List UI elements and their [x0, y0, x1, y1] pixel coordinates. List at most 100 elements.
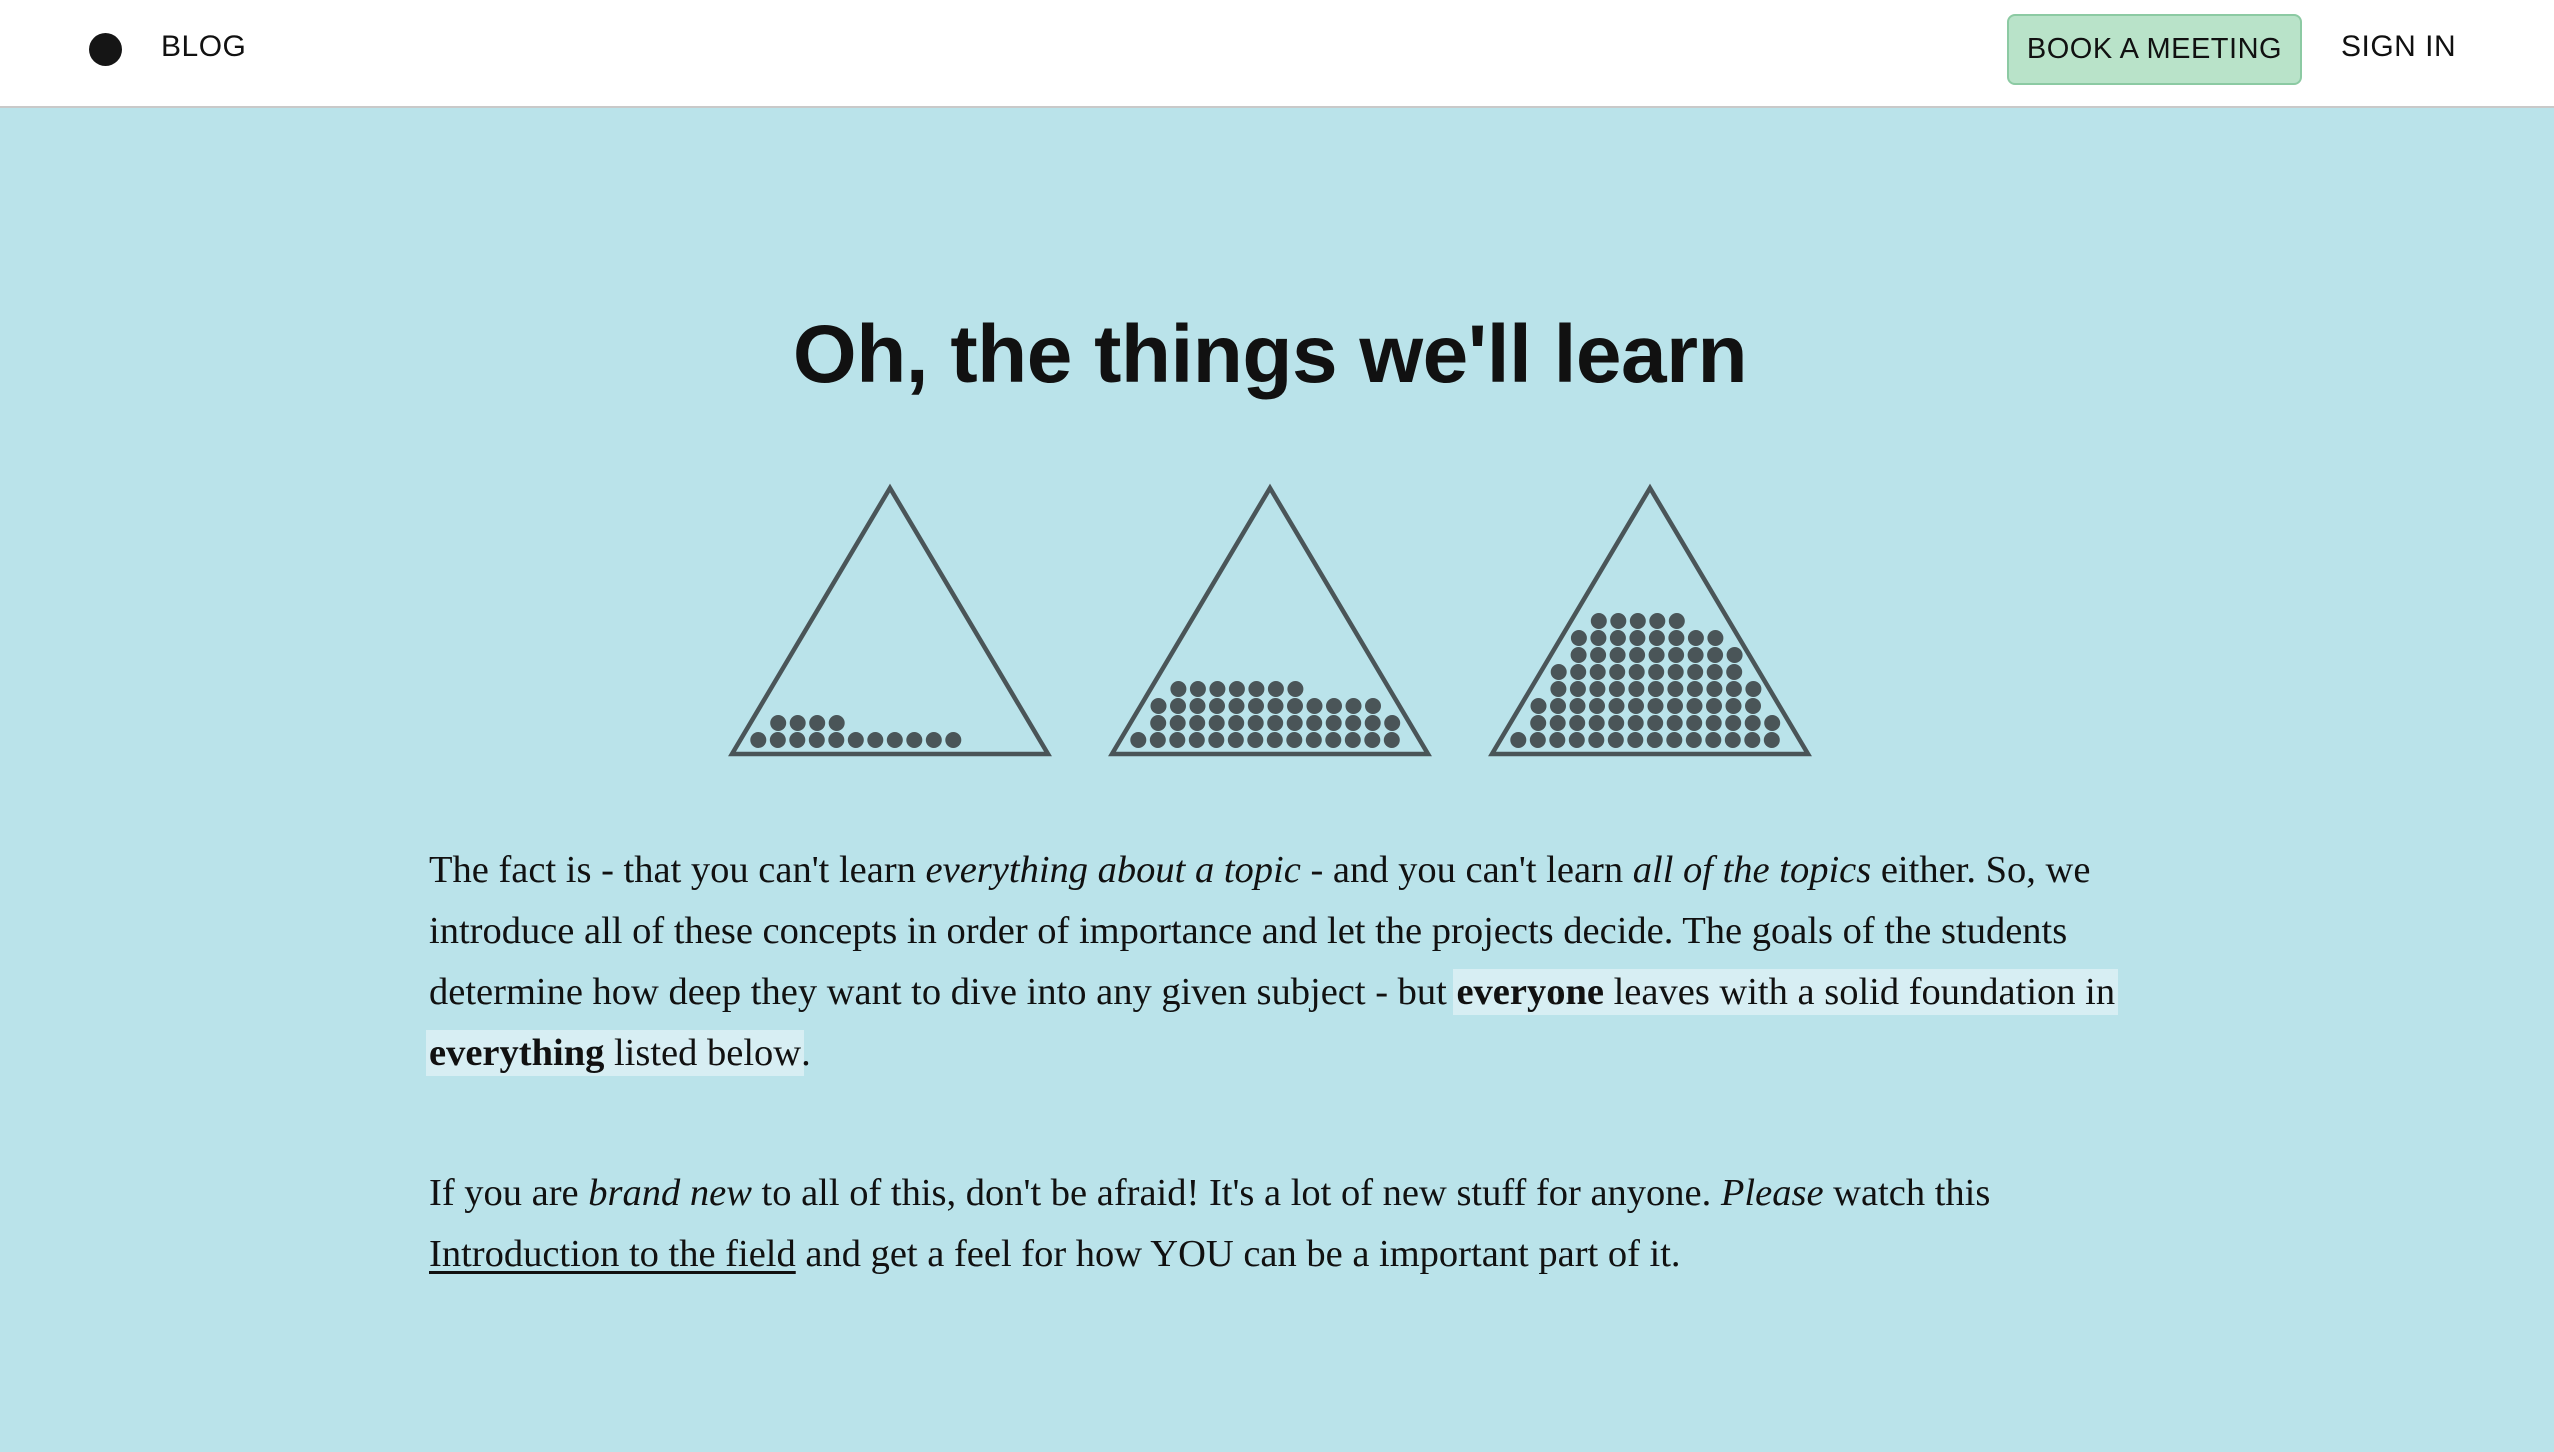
fill-dot — [1668, 647, 1685, 663]
fill-dot — [1646, 732, 1663, 748]
fill-dot — [1248, 681, 1265, 697]
newcomer-text-4: and get a feel for how YOU can be a impo… — [795, 1233, 1681, 1275]
newcomer-emphasis-1: brand new — [588, 1172, 752, 1214]
fill-dot — [1344, 732, 1361, 748]
fill-dot — [1667, 698, 1683, 714]
fill-dot — [867, 732, 884, 748]
fill-dot — [1609, 647, 1626, 663]
fill-dot — [1725, 715, 1742, 731]
triangle-outline — [728, 483, 1052, 757]
fill-dot — [1570, 647, 1587, 663]
fill-dot — [1668, 613, 1685, 629]
fill-dot — [1365, 698, 1381, 714]
fill-dot — [1306, 715, 1323, 731]
newcomer-paragraph: If you are brand new to all of this, don… — [429, 1163, 2129, 1285]
fill-dot — [1569, 698, 1586, 714]
fill-dot — [1550, 698, 1566, 714]
fill-dot — [789, 732, 806, 748]
newcomer-text-2: to all of this, don't be afraid! It's a … — [751, 1172, 1721, 1214]
highlight-text-1: leaves with a solid foundation in — [1603, 971, 2116, 1013]
fill-dot — [1588, 715, 1605, 731]
knowledge-triangles-illustration — [728, 483, 1812, 757]
fill-dot — [1667, 681, 1684, 697]
fill-dot — [1648, 664, 1665, 680]
fill-dot — [1590, 647, 1607, 663]
fill-dot — [1647, 698, 1664, 714]
fill-dot — [1589, 664, 1606, 680]
fill-dot — [1287, 698, 1303, 714]
fill-dot — [1189, 715, 1206, 731]
fill-dot — [1725, 681, 1742, 697]
fill-dot — [1169, 715, 1186, 731]
fill-dot — [1325, 715, 1342, 731]
fill-dot — [1267, 681, 1284, 697]
fill-dot — [1170, 681, 1187, 697]
fill-dot — [1628, 664, 1645, 680]
fill-dot — [1364, 715, 1381, 731]
fill-dot — [1189, 681, 1206, 697]
fill-dot — [1345, 715, 1362, 731]
fill-dot — [1570, 664, 1587, 680]
fill-dot — [1228, 715, 1245, 731]
sign-in-link[interactable]: SIGN IN — [2341, 30, 2456, 64]
fill-dot — [1705, 715, 1722, 731]
fill-dot — [1726, 647, 1743, 663]
triangle-2 — [1108, 483, 1432, 757]
fill-dot — [1529, 732, 1546, 748]
fill-dot — [1267, 698, 1284, 714]
fill-dot — [1629, 647, 1646, 663]
fill-dot — [1247, 715, 1264, 731]
fill-dot — [1686, 681, 1703, 697]
fill-dot — [1209, 698, 1225, 714]
highlight-text-2: listed below — [604, 1032, 802, 1074]
fill-dot — [1687, 630, 1704, 646]
fill-dot — [1248, 698, 1264, 714]
fill-dot — [769, 732, 786, 748]
intro-emphasis-2: all of the topics — [1632, 849, 1872, 891]
fill-dot — [1130, 732, 1147, 748]
fill-dot — [1628, 698, 1644, 714]
fill-dot — [1364, 732, 1381, 748]
intro-field-link[interactable]: Introduction to the field — [429, 1233, 796, 1275]
intro-paragraph: The fact is - that you can't learn every… — [426, 840, 2129, 1084]
triangle-outline — [1108, 483, 1432, 757]
fill-dot — [1706, 698, 1722, 714]
fill-dot — [808, 732, 825, 748]
fill-dot — [1627, 715, 1644, 731]
fill-dot — [809, 715, 826, 731]
fill-dot — [1687, 647, 1704, 663]
fill-dot — [925, 732, 942, 748]
fill-dot — [1667, 664, 1684, 680]
fill-dot — [1510, 732, 1527, 748]
fill-dot — [1568, 732, 1585, 748]
fill-dot — [1247, 732, 1264, 748]
fill-dot — [1590, 630, 1607, 646]
fill-dot — [1208, 715, 1225, 731]
fill-dot — [1589, 681, 1606, 697]
fill-dot — [1764, 715, 1781, 731]
fill-dot — [1666, 732, 1683, 748]
newcomer-text-3: watch this — [1823, 1172, 1991, 1214]
book-meeting-button[interactable]: BOOK A MEETING — [2007, 14, 2302, 85]
newcomer-emphasis-2: Please — [1720, 1172, 1824, 1214]
nav-blog-link[interactable]: BLOG — [161, 30, 246, 64]
fill-dot — [1745, 681, 1762, 697]
fill-dot — [1530, 715, 1547, 731]
fill-dot — [1687, 664, 1704, 680]
fill-dot — [1170, 698, 1186, 714]
fill-dot — [1763, 732, 1780, 748]
fill-dot — [1628, 681, 1645, 697]
fill-dot — [1189, 698, 1206, 714]
fill-dot — [1609, 630, 1626, 646]
fill-dot — [1549, 715, 1566, 731]
fill-dot — [1209, 681, 1226, 697]
fill-dot — [1383, 732, 1400, 748]
fill-dot — [1588, 732, 1605, 748]
logo-dot-icon[interactable] — [89, 33, 122, 66]
fill-dot — [1150, 715, 1167, 731]
fill-dot — [750, 732, 767, 748]
fill-dot — [1570, 630, 1587, 646]
fill-dot — [1705, 732, 1722, 748]
fill-dot — [789, 715, 806, 731]
fill-dot — [1569, 681, 1586, 697]
